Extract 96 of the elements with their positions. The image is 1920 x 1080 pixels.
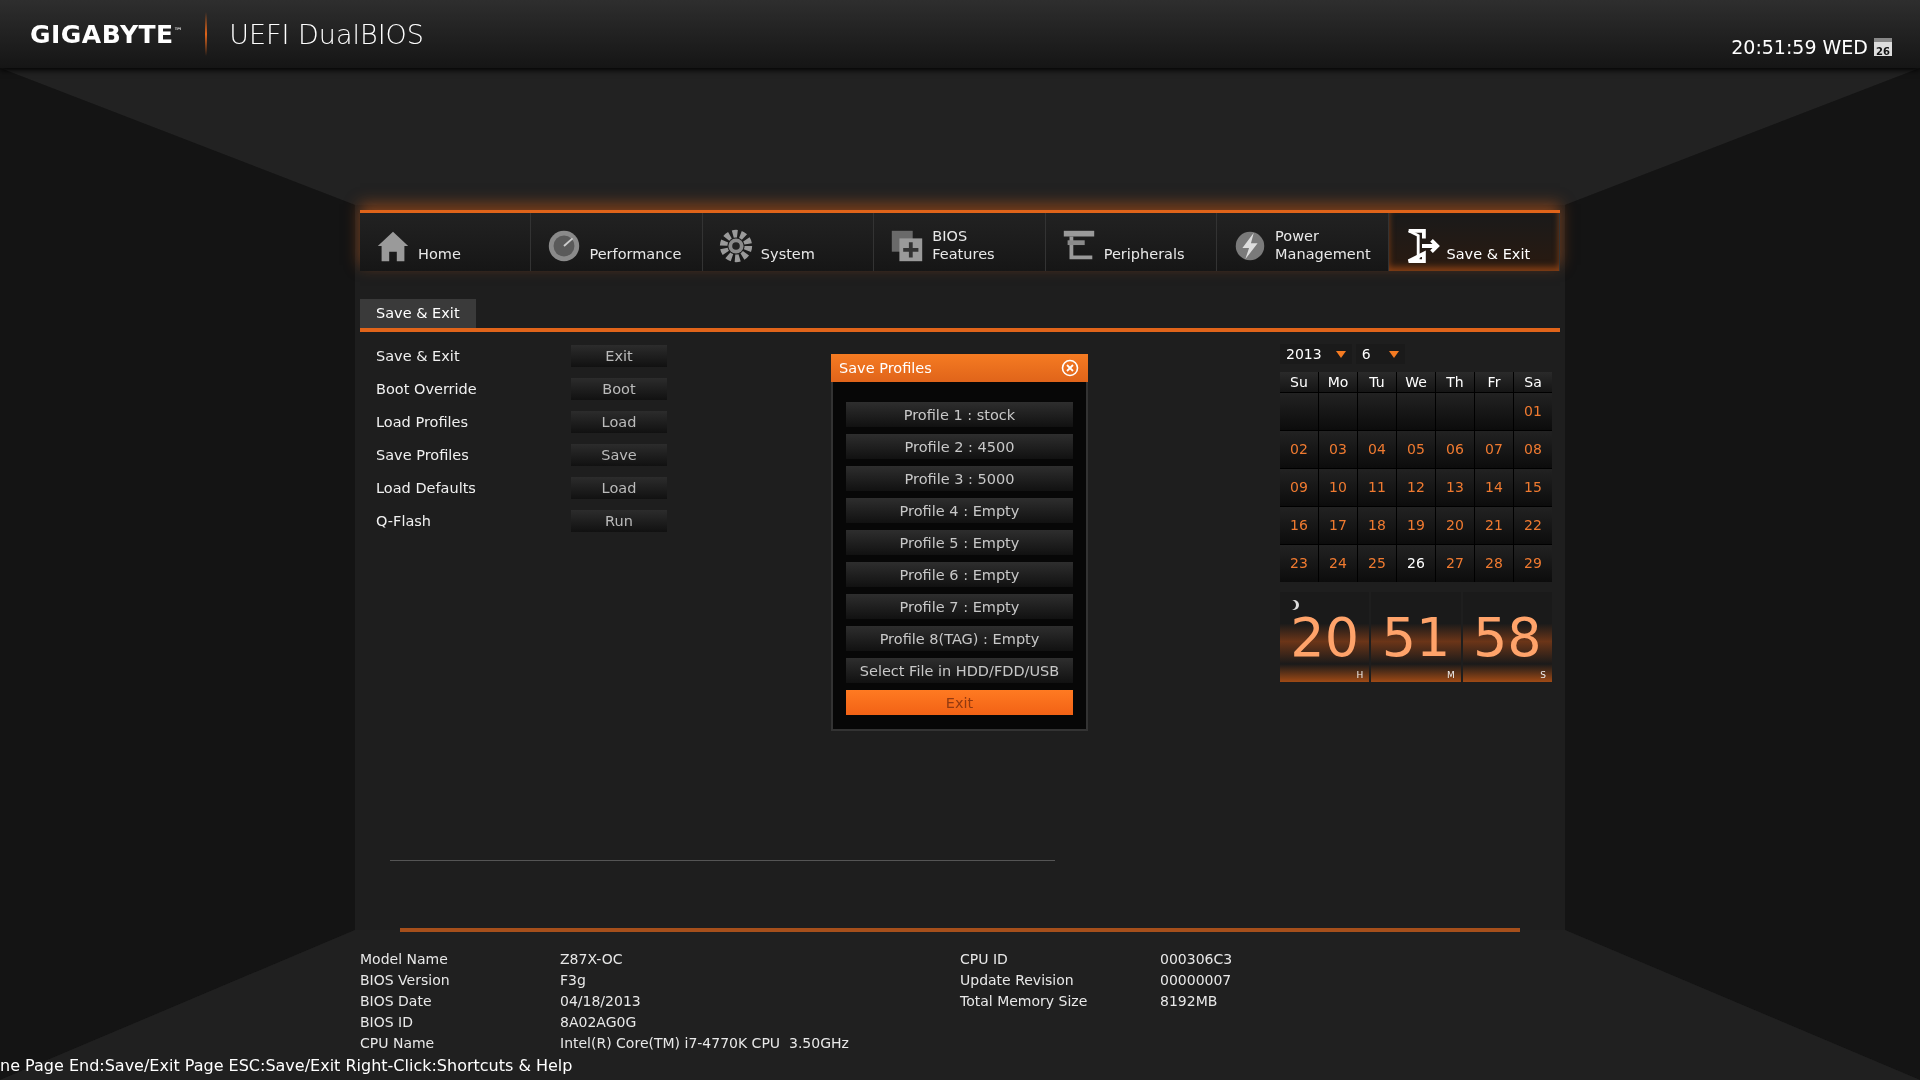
action-button[interactable]: Save xyxy=(571,444,667,466)
clock-unit: H xyxy=(1356,670,1364,680)
day-cell[interactable]: 04 xyxy=(1358,431,1396,468)
nav-tab[interactable]: Peripherals xyxy=(1045,213,1218,271)
profile-option[interactable]: Profile 6 : Empty xyxy=(846,562,1073,587)
action-button[interactable]: Exit xyxy=(571,345,667,367)
nav-tab[interactable]: BIOS Features xyxy=(874,213,1046,271)
info-label: CPU ID xyxy=(960,950,1009,969)
info-value: F3g xyxy=(560,971,587,990)
dialog-title: Save Profiles xyxy=(839,360,932,376)
clock-text: 20:51:59 WED xyxy=(1731,36,1868,58)
day-cell[interactable]: 06 xyxy=(1436,431,1474,468)
setting-label: Load Defaults xyxy=(376,480,477,496)
action-button[interactable]: Run xyxy=(571,510,667,532)
profile-option[interactable]: Profile 3 : 5000 xyxy=(846,466,1073,491)
day-cell[interactable]: 17 xyxy=(1319,507,1357,544)
info-value: Z87X-OC xyxy=(560,950,624,969)
info-label: BIOS ID xyxy=(360,1013,414,1032)
info-value: 8A02AG0G xyxy=(560,1013,638,1032)
month-select[interactable]: 6 xyxy=(1355,344,1405,364)
nav-tab[interactable]: Save & Exit xyxy=(1388,213,1560,271)
nav-tab[interactable]: System xyxy=(702,213,875,271)
day-cell[interactable]: 08 xyxy=(1514,431,1552,468)
info-label: Model Name xyxy=(360,950,449,969)
weekday-label: Fr xyxy=(1475,372,1513,392)
day-cell[interactable]: 25 xyxy=(1358,545,1396,582)
section-tab[interactable]: Save & Exit xyxy=(360,299,476,328)
weekday-label: Tu xyxy=(1358,372,1396,392)
action-button[interactable]: Load xyxy=(571,477,667,499)
weekday-label: We xyxy=(1397,372,1435,392)
nav-tab[interactable]: Performance xyxy=(531,213,703,271)
setting-label: Save & Exit xyxy=(376,348,461,364)
setting-label: Q-Flash xyxy=(376,513,433,529)
clock-unit: M xyxy=(1446,670,1455,680)
clock-digits: 20 xyxy=(1290,605,1359,669)
action-button[interactable]: Load xyxy=(571,411,667,433)
info-value: 00000007 xyxy=(1160,971,1233,990)
day-cell[interactable]: 12 xyxy=(1397,469,1435,506)
day-cell[interactable]: 20 xyxy=(1436,507,1474,544)
day-cell[interactable]: 03 xyxy=(1319,431,1357,468)
day-cell[interactable]: 07 xyxy=(1475,431,1513,468)
action-button[interactable]: Boot xyxy=(571,378,667,400)
profile-option[interactable]: Profile 5 : Empty xyxy=(846,530,1073,555)
clock-digits: 51 xyxy=(1381,605,1451,669)
info-label: BIOS Version xyxy=(360,971,451,990)
setting-label: Save Profiles xyxy=(376,447,470,463)
calendar-icon: 26 xyxy=(1874,38,1892,56)
day-cell[interactable]: 21 xyxy=(1475,507,1513,544)
day-cell[interactable]: 13 xyxy=(1436,469,1474,506)
profile-option[interactable]: Profile 8(TAG) : Empty xyxy=(846,626,1073,651)
day-cell[interactable]: 29 xyxy=(1514,545,1552,582)
brand-logo: GIGABYTE$^{™}$ xyxy=(30,19,184,49)
profile-option[interactable]: Profile 2 : 4500 xyxy=(846,434,1073,459)
weekday-label: Su xyxy=(1280,372,1318,392)
profile-option[interactable]: Profile 7 : Empty xyxy=(846,594,1073,619)
day-cell[interactable]: 01 xyxy=(1514,393,1552,430)
info-label: Total Memory Size xyxy=(960,992,1089,1011)
profile-option[interactable]: Profile 1 : stock xyxy=(846,402,1073,427)
info-value: 000306C3 xyxy=(1160,950,1234,969)
profile-option[interactable]: Select File in HDD/FDD/USB xyxy=(846,658,1073,683)
weekday-label: Mo xyxy=(1319,372,1357,392)
info-label: CPU Name xyxy=(360,1034,436,1053)
day-cell[interactable]: 09 xyxy=(1280,469,1318,506)
year-select[interactable]: 2013 xyxy=(1280,344,1352,364)
day-cell[interactable]: 11 xyxy=(1358,469,1396,506)
day-cell[interactable]: 28 xyxy=(1475,545,1513,582)
day-cell[interactable]: 10 xyxy=(1319,469,1357,506)
day-cell[interactable]: 22 xyxy=(1514,507,1552,544)
nav-tab[interactable]: Home xyxy=(360,213,532,271)
day-cell[interactable]: 23 xyxy=(1280,545,1318,582)
status-text: ne Page End:Save/Exit Page ESC:Save/Exit Right-Click:Shortcuts & Help xyxy=(0,1056,573,1075)
day-cell[interactable]: 16 xyxy=(1280,507,1318,544)
info-label: Update Revision xyxy=(960,971,1075,990)
day-cell[interactable]: 27 xyxy=(1436,545,1474,582)
day-cell[interactable]: 02 xyxy=(1280,431,1318,468)
day-cell[interactable]: 15 xyxy=(1514,469,1552,506)
clock-unit: S xyxy=(1540,670,1546,680)
info-value: 8192MB xyxy=(1160,992,1219,1011)
nav-tab[interactable]: Power Management xyxy=(1217,213,1389,271)
info-label: BIOS Date xyxy=(360,992,433,1011)
profile-option[interactable]: Profile 4 : Empty xyxy=(846,498,1073,523)
setting-label: Load Profiles xyxy=(376,414,470,430)
clock-digits: 58 xyxy=(1472,605,1542,669)
info-value: Intel(R) Core(TM) i7-4770K CPU 3.50GHz xyxy=(560,1034,850,1053)
weekday-label: Th xyxy=(1436,372,1474,392)
app-title: UEFI DualBIOS xyxy=(229,18,424,50)
close-icon[interactable] xyxy=(1060,358,1080,378)
day-cell[interactable]: 05 xyxy=(1397,431,1435,468)
day-cell[interactable]: 24 xyxy=(1319,545,1357,582)
setting-label: Boot Override xyxy=(376,381,478,397)
day-cell[interactable]: 19 xyxy=(1397,507,1435,544)
day-cell[interactable]: 18 xyxy=(1358,507,1396,544)
info-value: 04/18/2013 xyxy=(560,992,642,1011)
weekday-label: Sa xyxy=(1514,372,1552,392)
day-cell[interactable]: 26 xyxy=(1397,545,1435,582)
day-cell[interactable]: 14 xyxy=(1475,469,1513,506)
